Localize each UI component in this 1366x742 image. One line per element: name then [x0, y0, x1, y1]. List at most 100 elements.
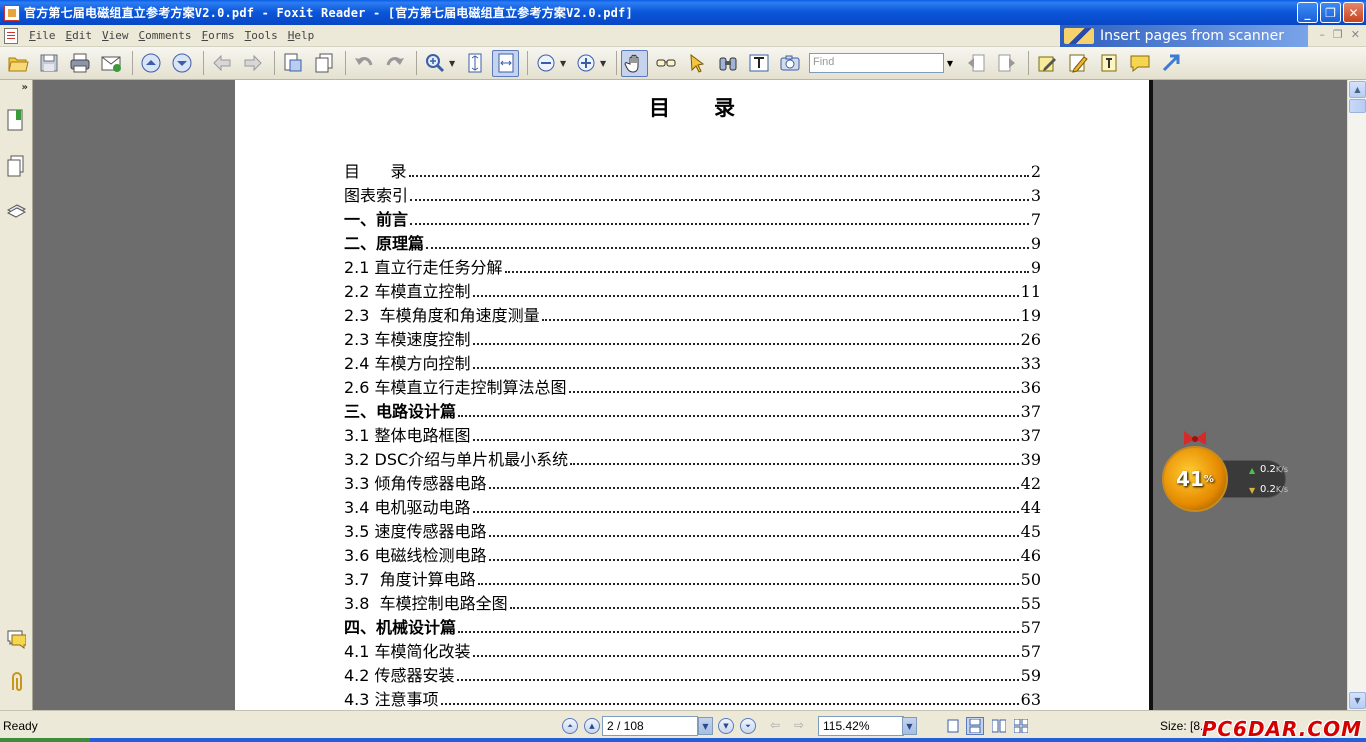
- find-dropdown-arrow-icon[interactable]: ▼: [944, 53, 956, 73]
- toc-entry[interactable]: 3.5 速度传感器电路 45: [344, 518, 1041, 542]
- attachments-icon[interactable]: [6, 670, 26, 694]
- toc-entry[interactable]: 4.1 车模简化改装 57: [344, 638, 1041, 662]
- toc-entry[interactable]: 3.2 DSC介绍与单片机最小系统 39: [344, 446, 1041, 470]
- toc-entry[interactable]: 三、电路设计篇 37: [344, 398, 1041, 422]
- toc-entry[interactable]: 3.8 车模控制电路全图 55: [344, 590, 1041, 614]
- mdi-minimize-icon[interactable]: –: [1319, 28, 1325, 41]
- menu-forms[interactable]: Forms: [196, 29, 239, 42]
- toc-entry[interactable]: 2.3 车模速度控制 26: [344, 326, 1041, 350]
- restore-button[interactable]: ❐: [1320, 2, 1341, 23]
- continuous-layout-icon[interactable]: [966, 717, 984, 735]
- back-button[interactable]: [208, 50, 235, 77]
- fit-width-button[interactable]: [492, 49, 519, 77]
- pencil-tool-button[interactable]: [1033, 50, 1060, 77]
- bookmarks-icon[interactable]: [6, 108, 26, 132]
- toc-entry[interactable]: 四、机械设计篇 57: [344, 614, 1041, 638]
- zoom-in-button[interactable]: [572, 50, 599, 77]
- facing-layout-icon[interactable]: [990, 717, 1008, 735]
- zoom-level-input[interactable]: 115.42%: [818, 716, 904, 736]
- prev-page-button[interactable]: [137, 50, 164, 77]
- scroll-thumb[interactable]: [1349, 99, 1366, 113]
- typewriter-button[interactable]: [745, 50, 772, 77]
- menu-help[interactable]: Help: [283, 29, 320, 42]
- toc-entry[interactable]: 二、原理篇 9: [344, 230, 1041, 254]
- text-tool-button[interactable]: [1095, 50, 1122, 77]
- snapshot-camera-button[interactable]: [776, 50, 803, 77]
- find-input[interactable]: Find: [809, 53, 944, 73]
- toc-entry[interactable]: 目 录 2: [344, 158, 1041, 182]
- mdi-close-icon[interactable]: ✕: [1351, 28, 1360, 41]
- menu-tools[interactable]: Tools: [240, 29, 283, 42]
- text-viewer-button[interactable]: [652, 50, 679, 77]
- page-number-input[interactable]: 2 / 108: [602, 716, 698, 736]
- next-page-icon[interactable]: ▼: [718, 718, 734, 734]
- last-page-icon[interactable]: ⏷: [740, 718, 756, 734]
- network-speed-widget[interactable]: 41% ▲ 0.2K/s ▼ 0.2K/s: [1160, 428, 1288, 516]
- app-icon[interactable]: [4, 4, 20, 21]
- layers-icon[interactable]: [6, 198, 26, 222]
- zoom-out-button[interactable]: [532, 50, 559, 77]
- toc-entry[interactable]: 4.2 传感器安装 59: [344, 662, 1041, 686]
- hand-tool-button[interactable]: [621, 49, 648, 77]
- single-page-layout-icon[interactable]: [944, 717, 962, 735]
- save-button[interactable]: [35, 50, 62, 77]
- menu-view[interactable]: View: [97, 29, 134, 42]
- vertical-scrollbar[interactable]: ▲ ▼: [1347, 80, 1366, 710]
- continuous-facing-layout-icon[interactable]: [1012, 717, 1030, 735]
- mdi-restore-icon[interactable]: ❐: [1333, 28, 1343, 41]
- scroll-up-icon[interactable]: ▲: [1349, 81, 1366, 98]
- undo-button[interactable]: [350, 50, 377, 77]
- document-icon[interactable]: [4, 27, 18, 44]
- zoom-button[interactable]: [421, 50, 448, 77]
- toc-entry[interactable]: 图表索引 3: [344, 182, 1041, 206]
- document-viewport[interactable]: 目录 目 录 2 图表索引 3 一、前言 7 二、原理篇 9 2.1 直立行走任务分解 9 2.2 …: [34, 80, 1347, 710]
- toc-entry[interactable]: 一、前言 7: [344, 206, 1041, 230]
- first-page-icon[interactable]: ⏶: [562, 718, 578, 734]
- zoom-out-dropdown-arrow-icon[interactable]: ▼: [560, 59, 568, 68]
- pages-icon[interactable]: [6, 154, 26, 178]
- toc-entry[interactable]: 3.7 角度计算电路 50: [344, 566, 1041, 590]
- expand-panel-icon[interactable]: »: [22, 82, 28, 93]
- email-button[interactable]: [97, 50, 124, 77]
- forward-button[interactable]: [239, 50, 266, 77]
- menu-edit[interactable]: Edit: [61, 29, 98, 42]
- snapshot-button[interactable]: [310, 50, 337, 77]
- toc-entry[interactable]: 2.2 车模直立控制 11: [344, 278, 1041, 302]
- toc-entry[interactable]: 2.3 车模角度和角速度测量 19: [344, 302, 1041, 326]
- zoom-dropdown-arrow-icon[interactable]: ▼: [449, 59, 457, 68]
- toc-entry[interactable]: 3.1 整体电路框图 37: [344, 422, 1041, 446]
- note-tool-button[interactable]: [1126, 50, 1153, 77]
- toc-entry[interactable]: 2.6 车模直立行走控制算法总图 36: [344, 374, 1041, 398]
- fit-page-button[interactable]: [461, 50, 488, 77]
- comments-icon[interactable]: [6, 626, 26, 650]
- toc-entry[interactable]: 4.3 注意事项 63: [344, 686, 1041, 710]
- arrow-tool-button[interactable]: [1157, 50, 1184, 77]
- toc-entry[interactable]: 3.6 电磁线检测电路 46: [344, 542, 1041, 566]
- select-text-button[interactable]: [279, 50, 306, 77]
- toc-entry[interactable]: 3.4 电机驱动电路 44: [344, 494, 1041, 518]
- highlight-tool-button[interactable]: [1064, 50, 1091, 77]
- find-next-button[interactable]: [993, 50, 1020, 77]
- history-back-icon[interactable]: ⇦: [770, 718, 780, 732]
- select-tool-button[interactable]: [683, 50, 710, 77]
- menu-comments[interactable]: Comments: [134, 29, 197, 42]
- scroll-down-icon[interactable]: ▼: [1349, 692, 1366, 709]
- next-page-button[interactable]: [168, 50, 195, 77]
- zoom-dropdown-arrow-icon[interactable]: ▼: [902, 717, 917, 735]
- close-button[interactable]: ✕: [1343, 2, 1364, 23]
- toc-entry[interactable]: 2.1 直立行走任务分解 9: [344, 254, 1041, 278]
- open-button[interactable]: [4, 50, 31, 77]
- print-button[interactable]: [66, 50, 93, 77]
- page-dropdown-arrow-icon[interactable]: ▼: [698, 717, 713, 735]
- history-forward-icon[interactable]: ⇨: [794, 718, 804, 732]
- minimize-button[interactable]: _: [1297, 2, 1318, 23]
- toc-entry[interactable]: 3.3 倾角传感器电路 42: [344, 470, 1041, 494]
- find-binoculars-button[interactable]: [714, 50, 741, 77]
- zoom-in-dropdown-arrow-icon[interactable]: ▼: [600, 59, 608, 68]
- menu-file[interactable]: File: [24, 29, 61, 42]
- toc-entry[interactable]: 2.4 车模方向控制 33: [344, 350, 1041, 374]
- redo-button[interactable]: [381, 50, 408, 77]
- previous-page-icon[interactable]: ▲: [584, 718, 600, 734]
- find-previous-button[interactable]: [962, 50, 989, 77]
- insert-pages-banner[interactable]: Insert pages from scanner: [1060, 25, 1308, 47]
